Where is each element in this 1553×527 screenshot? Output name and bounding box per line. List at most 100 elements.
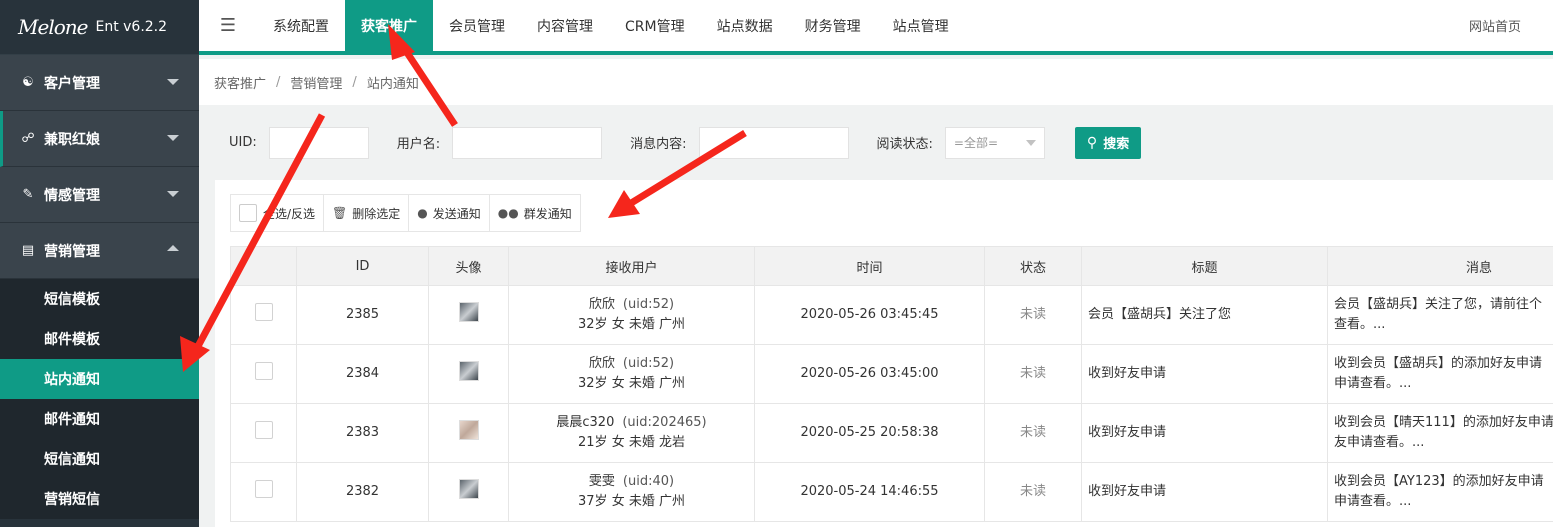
recipient-uid: (uid:40) [622,474,675,489]
sidebar-group-label: 兼职红娘 [44,131,100,148]
recipient-uid: (uid:202465) [622,415,707,430]
chart-icon: ▤ [21,243,35,258]
logo[interactable]: Melone Ent v6.2.2 [0,0,199,55]
row-recipient: 雯雯 (uid:40) 37岁 女 未婚 广州 [508,462,755,522]
row-select-cell [230,403,297,463]
read-status-select[interactable]: =全部= [944,126,1045,159]
message-line: 收到会员【盛胡兵】的添加好友申请 [1334,356,1543,371]
nav-members[interactable]: 会员管理 [433,0,521,51]
row-checkbox[interactable] [254,479,273,498]
sidebar-group-marketing[interactable]: ▤ 营销管理 [0,223,199,279]
recipient-name[interactable]: 欣欣 [589,297,615,312]
nav-finance[interactable]: 财务管理 [789,0,877,51]
avatar[interactable] [458,301,479,322]
nav-site-manage[interactable]: 站点管理 [877,0,965,51]
sidebar-item-sms-notice[interactable]: 短信通知 [0,439,199,479]
column-header-time[interactable]: 时间 [754,246,985,286]
recipient-info: 21岁 女 未婚 龙岩 [578,435,685,450]
sidebar-item-marketing-sms[interactable]: 营销短信 [0,479,199,519]
sidebar-item-site-notice[interactable]: 站内通知 [0,359,199,399]
recipient-name-line: 欣欣 (uid:52) [509,295,754,315]
caret-down-icon [167,79,179,85]
send-notice-button[interactable]: ● 发送通知 [409,195,490,231]
column-header-id[interactable]: ID [296,246,429,286]
recipient-name[interactable]: 欣欣 [589,356,615,371]
row-select-cell [230,285,297,345]
sidebar-item-sms-template[interactable]: 短信模板 [0,279,199,319]
message-input[interactable] [698,126,849,159]
table-row[interactable]: 2385 欣欣 (uid:52) 32岁 女 未婚 广州 2020-05-26 03:4… [230,285,1553,345]
table-row[interactable]: 2382 雯雯 (uid:40) 37岁 女 未婚 广州 2020-05-24 14:4… [230,462,1553,522]
table-row[interactable]: 2383 晨晨c320 (uid:202465) 21岁 女 未婚 龙岩 2020-05… [230,403,1553,463]
row-checkbox[interactable] [254,361,273,380]
row-checkbox[interactable] [254,302,273,321]
row-title: 收到好友申请 [1081,403,1328,463]
row-avatar-cell [428,462,509,522]
group-notice-button[interactable]: ●● 群发通知 [490,195,580,231]
column-header-title: 标题 [1081,246,1328,286]
delete-selected-button[interactable]: 🗑 删除选定 [324,195,410,231]
row-checkbox[interactable] [254,420,273,439]
sidebar-group-customers[interactable]: ☯ 客户管理 [0,55,199,111]
row-avatar-cell [428,403,509,463]
uid-input[interactable] [268,126,369,159]
sidebar-group-label: 情感管理 [44,187,100,204]
recipient-name-line: 晨晨c320 (uid:202465) [509,413,754,433]
search-button[interactable]: ⚲ 搜索 [1074,126,1142,159]
emotion-icon: ✎ [22,187,34,202]
select-all-button[interactable]: 全选/反选 [231,195,325,231]
avatar[interactable] [458,360,479,381]
send-notice-label: 发送通知 [432,206,481,221]
row-status: 未读 [984,462,1082,522]
breadcrumb: 获客推广 / 营销管理 / 站内通知 [199,59,1553,105]
breadcrumb-item[interactable]: 营销管理 [290,73,342,92]
menu-toggle-icon[interactable]: ☰ [199,0,257,51]
row-status: 未读 [984,403,1082,463]
row-message: 会员【盛胡兵】关注了您，请前往个 查看。... [1327,285,1553,345]
caret-down-icon [167,135,179,141]
username-label: 用户名: [396,137,441,152]
delete-selected-label: 删除选定 [352,206,401,221]
row-message: 收到会员【AY123】的添加好友申请 申请查看。... [1327,462,1553,522]
nav-home-link[interactable]: 网站首页 [1469,0,1553,51]
chevron-down-icon [1025,139,1036,146]
row-recipient: 欣欣 (uid:52) 32岁 女 未婚 广州 [508,344,755,404]
recipient-name[interactable]: 雯雯 [589,474,615,489]
recipient-uid: (uid:52) [622,297,675,312]
avatar[interactable] [458,478,479,499]
sidebar: Melone Ent v6.2.2 ☯ 客户管理 ☍ 兼职红娘 ✎ 情感管理 ▤… [0,0,199,527]
select-all-checkbox[interactable] [239,204,257,222]
recipient-name-line: 雯雯 (uid:40) [509,472,754,492]
sidebar-item-mail-template[interactable]: 邮件模板 [0,319,199,359]
logo-version: Ent v6.2.2 [95,19,168,35]
row-select-cell [230,344,297,404]
nav-system-config[interactable]: 系统配置 [257,0,345,51]
table-row[interactable]: 2384 欣欣 (uid:52) 32岁 女 未婚 广州 2020-05-26 03:4… [230,344,1553,404]
message-line: 收到会员【AY123】的添加好友申请 [1334,474,1544,489]
nav-content[interactable]: 内容管理 [521,0,609,51]
message-line: 收到会员【晴天111】的添加好友申请 [1334,415,1553,430]
group-notice-label: 群发通知 [523,206,572,221]
message-line: 会员【盛胡兵】关注了您，请前往个 [1334,297,1543,312]
row-time: 2020-05-25 20:58:38 [754,403,985,463]
nav-site-data[interactable]: 站点数据 [701,0,789,51]
row-title: 收到好友申请 [1081,344,1328,404]
notice-table: ID 头像 接收用户 时间 状态 标题 消息 2385 欣欣 (uid:52) 32岁… [230,246,1553,522]
column-header-avatar: 头像 [428,246,509,286]
recipient-name[interactable]: 晨晨c320 [556,415,614,430]
users-icon: ☯ [22,75,34,90]
read-status-value: =全部= [953,136,999,150]
avatar[interactable] [458,419,479,440]
column-header [230,246,297,286]
sidebar-group-emotion[interactable]: ✎ 情感管理 [0,167,199,223]
nav-acquisition[interactable]: 获客推广 [345,0,433,51]
breadcrumb-item[interactable]: 获客推广 [214,73,266,92]
column-header-recipient: 接收用户 [508,246,755,286]
logo-script: Melone [18,15,88,39]
username-input[interactable] [452,126,603,159]
matchmaker-icon: ☍ [21,131,35,146]
nav-crm[interactable]: CRM管理 [609,0,701,51]
column-header-status: 状态 [984,246,1082,286]
sidebar-group-matchmaker[interactable]: ☍ 兼职红娘 [0,111,199,167]
sidebar-item-mail-notice[interactable]: 邮件通知 [0,399,199,439]
